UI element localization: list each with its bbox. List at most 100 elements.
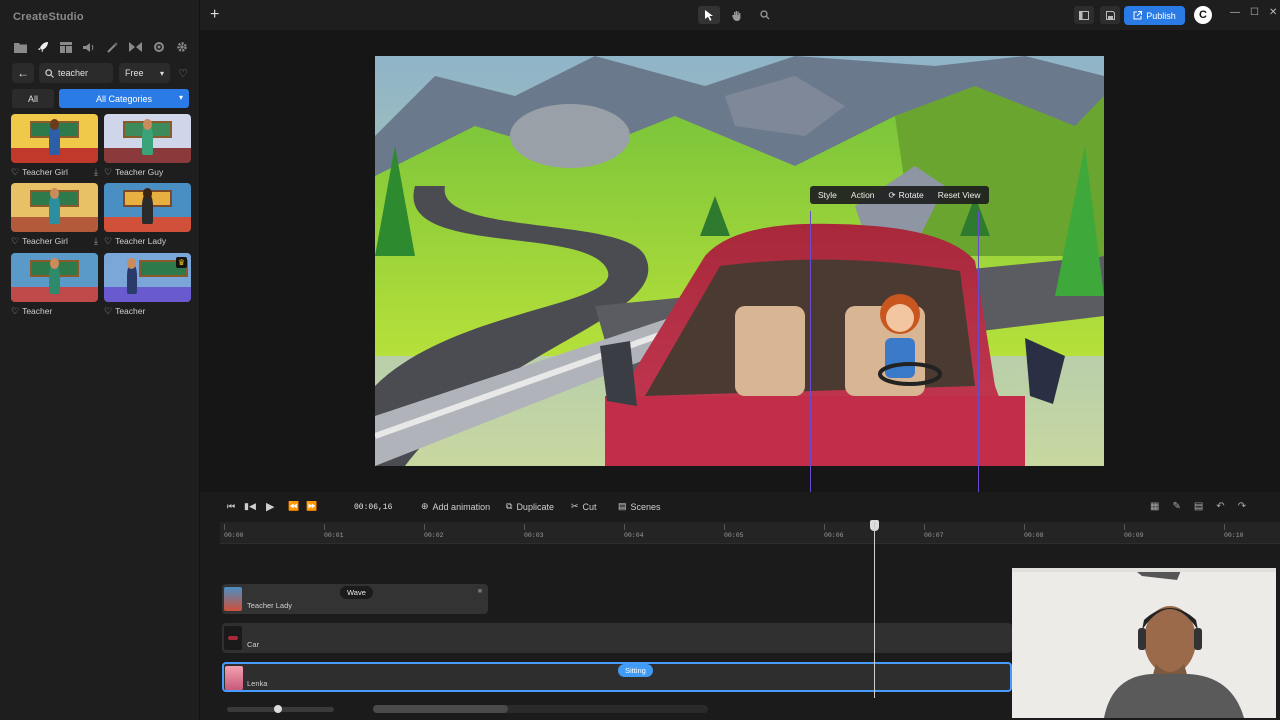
canvas-area[interactable]: Style Action ⟳ Rotate Reset View <box>200 30 1280 492</box>
asset-card-teacher-girl-2[interactable]: ♡ Teacher Girl ⤓ <box>11 183 98 248</box>
rotate-label: Rotate <box>898 190 924 200</box>
download-icon[interactable]: ⤓ <box>94 167 98 178</box>
animation-pill[interactable]: Wave <box>340 586 373 599</box>
undo-icon[interactable]: ↶ <box>1216 501 1224 512</box>
heart-icon[interactable]: ♡ <box>104 167 112 178</box>
heart-icon[interactable]: ♡ <box>104 306 112 317</box>
hand-icon[interactable] <box>726 6 748 24</box>
fast-forward-icon[interactable]: ⏩ <box>306 501 317 512</box>
marker-pen-icon[interactable]: ✎ <box>1172 501 1180 512</box>
timeline-scrollbar[interactable] <box>373 705 708 713</box>
redo-icon[interactable]: ↷ <box>1238 501 1246 512</box>
timeline-zoom-slider[interactable] <box>227 705 334 713</box>
publish-button[interactable]: Publish <box>1124 6 1185 25</box>
duplicate-button[interactable]: ⧉ Duplicate <box>506 501 554 512</box>
gear-icon[interactable] <box>174 39 190 55</box>
skip-to-start-icon[interactable]: ⏮ <box>227 501 235 512</box>
magic-wand-icon[interactable] <box>105 39 121 55</box>
category-dropdown[interactable]: All Categories ▾ <box>59 89 189 108</box>
scrollbar-thumb[interactable] <box>373 705 508 713</box>
style-menu-item[interactable]: Style <box>818 190 837 200</box>
object-context-menu: Style Action ⟳ Rotate Reset View <box>810 186 989 204</box>
minimize-icon[interactable]: — <box>1230 7 1240 18</box>
asset-card-teacher-lady[interactable]: ♡ Teacher Lady <box>104 183 191 248</box>
ruler-tick: 00:10 <box>1224 524 1244 539</box>
audio-icon[interactable] <box>81 39 97 55</box>
play-icon[interactable]: ▶ <box>266 500 274 513</box>
track-label: Car <box>247 640 260 649</box>
add-animation-button[interactable]: ⊕ Add animation <box>421 501 490 512</box>
asset-card-teacher-girl-1[interactable]: ♡ Teacher Girl ⤓ <box>11 114 98 179</box>
cut-button[interactable]: ✂ Cut <box>571 501 597 512</box>
folder-icon[interactable] <box>12 39 28 55</box>
createstudio-logo-icon[interactable]: C <box>1194 6 1212 24</box>
transition-icon[interactable] <box>128 39 144 55</box>
playhead[interactable] <box>874 520 875 698</box>
top-toolbar: + Publish C — ☐ ✕ <box>200 0 1280 30</box>
asset-thumbnail[interactable] <box>11 114 98 163</box>
track-teacher-lady[interactable]: Teacher Lady Wave ■ <box>222 584 488 614</box>
track-thumbnail <box>225 666 243 690</box>
rocket-icon[interactable] <box>35 39 51 55</box>
plus-circle-icon: ⊕ <box>421 501 429 511</box>
download-icon[interactable]: ⤓ <box>94 236 98 247</box>
film-icon: ▤ <box>618 501 627 511</box>
close-icon[interactable]: ✕ <box>1269 7 1277 18</box>
asset-thumbnail[interactable] <box>11 183 98 232</box>
scene-preview[interactable] <box>375 56 1104 466</box>
layout-icon[interactable] <box>58 39 74 55</box>
time-ruler[interactable]: 00:00 00:01 00:02 00:03 00:04 00:05 00:0… <box>220 522 1280 544</box>
select-arrow-icon[interactable] <box>698 6 720 24</box>
app-window: CreateStudio ← teacher Free ▾ ♡ All All … <box>0 0 1280 720</box>
asset-card-teacher-2[interactable]: ♛ ♡ Teacher <box>104 253 191 318</box>
scenes-button[interactable]: ▤ Scenes <box>618 501 661 512</box>
window-controls: — ☐ ✕ <box>1230 7 1277 18</box>
heart-icon[interactable]: ♡ <box>11 236 19 247</box>
maximize-icon[interactable]: ☐ <box>1250 7 1259 18</box>
caption-icon[interactable]: ▤ <box>1194 501 1203 512</box>
reset-view-menu-item[interactable]: Reset View <box>938 190 981 200</box>
ruler-tick: 00:05 <box>724 524 744 539</box>
animation-pill[interactable]: Sitting <box>618 664 653 677</box>
all-filter-button[interactable]: All <box>12 89 54 108</box>
track-label: Lenka <box>247 679 268 688</box>
asset-sidebar: CreateStudio ← teacher Free ▾ ♡ All All … <box>0 0 200 720</box>
ruler-tick: 00:01 <box>324 524 344 539</box>
price-filter-select[interactable]: Free ▾ <box>119 63 170 83</box>
heart-icon[interactable]: ♡ <box>11 167 19 178</box>
asset-name: Teacher Lady <box>115 236 167 246</box>
grid-icon[interactable]: ▦ <box>1150 501 1159 512</box>
track-car[interactable]: Car <box>222 623 1012 653</box>
asset-card-teacher-1[interactable]: ♡ Teacher <box>11 253 98 318</box>
current-time: 00:06,16 <box>354 503 393 512</box>
asset-name: Teacher <box>22 306 53 316</box>
asset-thumbnail[interactable] <box>11 253 98 302</box>
rotate-menu-item[interactable]: ⟳ Rotate <box>889 190 924 201</box>
selection-guide-right <box>978 211 979 492</box>
search-input[interactable] <box>58 68 110 78</box>
effects-icon[interactable] <box>151 39 167 55</box>
back-button[interactable]: ← <box>12 63 34 83</box>
step-back-icon[interactable]: ▮◀ <box>244 501 256 512</box>
heart-icon[interactable]: ♡ <box>11 306 19 317</box>
selection-guide-left <box>810 211 811 492</box>
ruler-tick: 00:06 <box>824 524 844 539</box>
track-lenka[interactable]: Lenka Sitting <box>222 662 1012 692</box>
zoom-icon[interactable] <box>754 6 776 24</box>
search-box[interactable] <box>39 63 113 83</box>
lock-icon[interactable]: ■ <box>478 588 482 595</box>
asset-thumbnail[interactable] <box>104 114 191 163</box>
asset-name: Teacher Girl <box>22 167 68 177</box>
asset-thumbnail[interactable] <box>104 183 191 232</box>
action-menu-item[interactable]: Action <box>851 190 875 200</box>
heart-icon[interactable]: ♡ <box>104 236 112 247</box>
asset-thumbnail[interactable]: ♛ <box>104 253 191 302</box>
add-scene-plus-icon[interactable]: + <box>210 6 219 24</box>
scene-illustration[interactable] <box>375 56 1104 466</box>
asset-card-teacher-guy[interactable]: ♡ Teacher Guy <box>104 114 191 179</box>
rewind-icon[interactable]: ⏪ <box>288 501 299 512</box>
layout-panel-icon[interactable] <box>1074 6 1094 24</box>
save-icon[interactable] <box>1100 6 1120 24</box>
favorites-heart-icon[interactable]: ♡ <box>175 65 191 81</box>
zoom-slider-knob[interactable] <box>274 705 283 713</box>
